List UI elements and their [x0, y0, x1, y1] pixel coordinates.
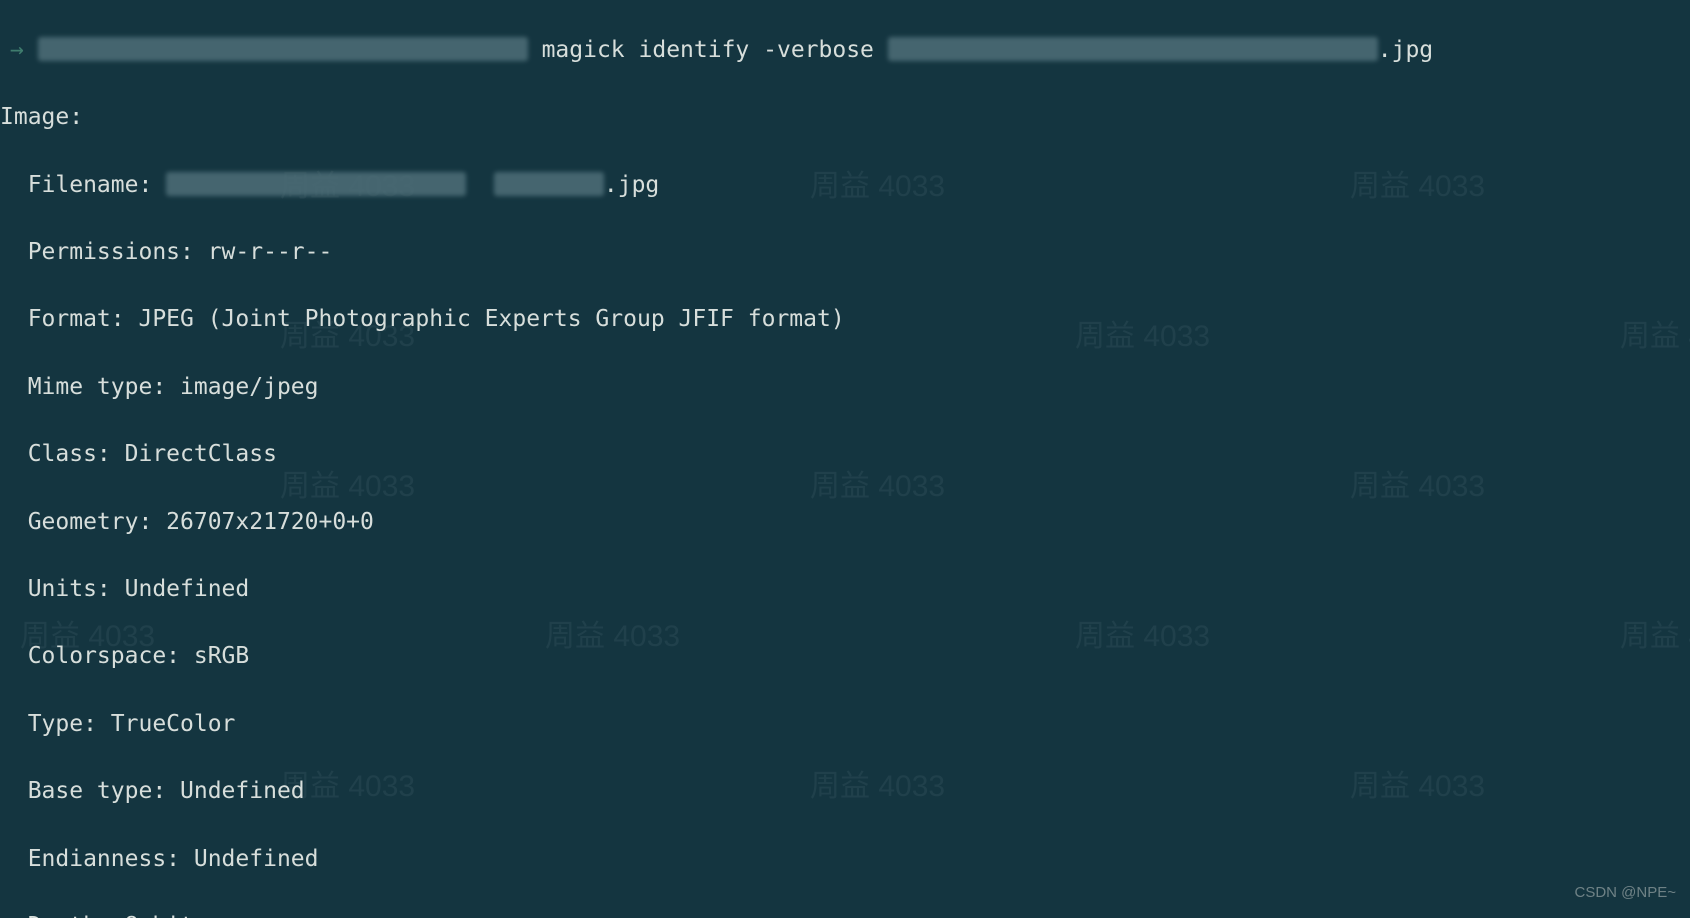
- out-type: Type: TrueColor: [0, 708, 1690, 742]
- out-basetype: Base type: Undefined: [0, 775, 1690, 809]
- out-geometry: Geometry: 26707x21720+0+0: [0, 506, 1690, 540]
- command-ext: .jpg: [1378, 37, 1433, 63]
- out-endianness: Endianness: Undefined: [0, 843, 1690, 877]
- terminal-output[interactable]: → magick identify -verbose .jpg Image: F…: [0, 0, 1690, 918]
- prompt-arrow-icon: →: [0, 34, 24, 68]
- redacted-path: [38, 37, 528, 61]
- out-image-header: Image:: [0, 101, 1690, 135]
- command-text: magick identify -verbose: [528, 37, 888, 63]
- redacted-filename-part2: [494, 172, 604, 196]
- out-mime: Mime type: image/jpeg: [0, 371, 1690, 405]
- out-class: Class: DirectClass: [0, 438, 1690, 472]
- out-format: Format: JPEG (Joint Photographic Experts…: [0, 303, 1690, 337]
- filename-label: Filename:: [0, 172, 166, 198]
- out-filename: Filename: .jpg: [0, 169, 1690, 203]
- csdn-watermark: CSDN @NPE~: [1575, 876, 1677, 910]
- out-colorspace: Colorspace: sRGB: [0, 640, 1690, 674]
- out-permissions: Permissions: rw-r--r--: [0, 236, 1690, 270]
- redacted-filename-part1: [166, 172, 466, 196]
- out-depth: Depth: 8-bit: [0, 910, 1690, 918]
- out-units: Units: Undefined: [0, 573, 1690, 607]
- prompt-line: → magick identify -verbose .jpg: [0, 34, 1690, 68]
- filename-ext: .jpg: [604, 172, 659, 198]
- redacted-filename: [888, 37, 1378, 61]
